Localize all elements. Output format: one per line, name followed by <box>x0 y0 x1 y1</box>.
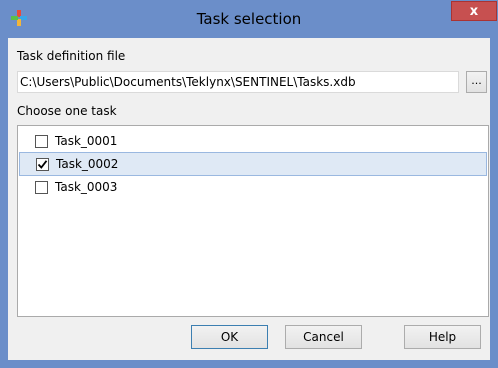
task-checkbox[interactable] <box>35 135 48 148</box>
browse-button[interactable]: ... <box>466 71 487 93</box>
task-label: Task_0002 <box>56 157 119 171</box>
task-label: Task_0001 <box>55 134 118 148</box>
help-button[interactable]: Help <box>404 325 481 349</box>
task-file-path-input[interactable]: C:\Users\Public\Documents\Teklynx\SENTIN… <box>17 71 459 93</box>
task-checkbox[interactable] <box>35 181 48 194</box>
title-bar[interactable]: Task selection x <box>0 0 498 38</box>
task-label: Task_0003 <box>55 180 118 194</box>
task-row-0003[interactable]: Task_0003 <box>19 176 487 200</box>
window-title: Task selection <box>196 10 302 28</box>
choose-task-label: Choose one task <box>17 104 117 118</box>
task-row-0001[interactable]: Task_0001 <box>19 130 487 154</box>
dialog-window: Task selection x Task definition file C:… <box>0 0 498 368</box>
task-list[interactable]: Task_0001 Task_0002 Task_0003 <box>17 125 489 317</box>
task-row-0002[interactable]: Task_0002 <box>19 152 487 176</box>
checkmark-icon <box>37 160 48 169</box>
close-button[interactable]: x <box>451 1 497 21</box>
task-definition-file-label: Task definition file <box>17 49 126 63</box>
cancel-button[interactable]: Cancel <box>285 325 362 349</box>
ok-button[interactable]: OK <box>191 325 268 349</box>
task-checkbox-checked[interactable] <box>36 158 49 171</box>
